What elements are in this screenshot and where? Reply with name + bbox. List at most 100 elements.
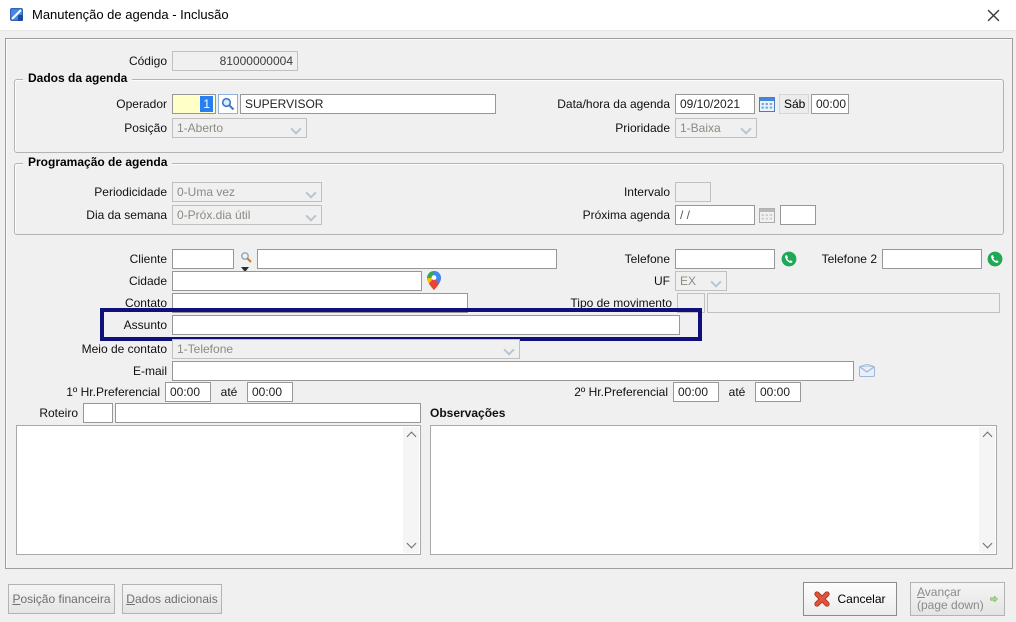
red-x-icon xyxy=(814,591,831,607)
tipo-movimento-field xyxy=(707,293,1000,313)
hr1-to-field[interactable]: 00:00 xyxy=(247,382,293,402)
dia-semana-label: Dia da semana xyxy=(86,208,167,222)
observacoes-textarea[interactable] xyxy=(430,425,997,555)
telefone2-label: Telefone 2 xyxy=(821,252,877,266)
window-titlebar: Manutenção de agenda - Inclusão xyxy=(0,0,1016,31)
cliente-code-field[interactable] xyxy=(172,249,234,269)
close-button[interactable] xyxy=(978,2,1008,28)
posicao-select: 1-Aberto xyxy=(172,118,307,138)
roteiro-label: Roteiro xyxy=(39,406,78,420)
operador-name-field[interactable]: SUPERVISOR xyxy=(240,94,496,114)
group-dados-da-agenda: Dados da agenda xyxy=(14,71,1004,153)
cancelar-button[interactable]: Cancelar xyxy=(803,582,897,616)
codigo-field: 81000000004 xyxy=(172,51,298,71)
email-field[interactable] xyxy=(172,361,854,381)
chevron-down-icon xyxy=(305,210,317,222)
magnifier-icon xyxy=(240,252,252,263)
email-button[interactable] xyxy=(858,362,875,378)
cliente-lookup-button[interactable] xyxy=(238,250,254,265)
prioridade-select: 1-Baixa xyxy=(675,118,757,138)
meio-contato-label: Meio de contato xyxy=(81,342,167,356)
cidade-map-button[interactable] xyxy=(426,270,442,290)
periodicidade-select: 0-Uma vez xyxy=(172,182,322,202)
cliente-label: Cliente xyxy=(129,252,167,266)
tipo-movimento-label: Tipo de movimento xyxy=(570,296,672,310)
calendar-icon-disabled xyxy=(758,207,775,223)
chevron-down-icon xyxy=(503,344,515,356)
group-programacao-legend: Programação de agenda xyxy=(23,155,173,169)
prioridade-label: Prioridade xyxy=(615,121,670,135)
dialog-window: Manutenção de agenda - Inclusão Código 8… xyxy=(0,0,1016,622)
proxima-extra-field xyxy=(780,205,816,225)
chevron-down-icon xyxy=(305,187,317,199)
observacoes-scrollbar[interactable] xyxy=(979,427,995,553)
observacoes-label: Observações xyxy=(430,406,506,420)
roteiro-textarea[interactable] xyxy=(16,425,421,555)
chevron-down-icon xyxy=(710,276,722,288)
roteiro-field[interactable] xyxy=(115,403,421,423)
hr1-from-field[interactable]: 00:00 xyxy=(165,382,211,402)
scroll-down-button[interactable] xyxy=(979,537,995,553)
app-icon xyxy=(9,7,25,23)
data-hora-label: Data/hora da agenda xyxy=(557,97,670,111)
operador-code-field[interactable]: 1 xyxy=(172,94,216,114)
hr1-ate-label: até xyxy=(220,385,238,399)
avancar-subtitle: (page down) xyxy=(917,598,984,612)
intervalo-label: Intervalo xyxy=(623,185,670,199)
chevron-down-icon xyxy=(290,123,302,135)
telefone-label: Telefone xyxy=(624,252,670,266)
proxima-agenda-field: / / xyxy=(675,205,755,225)
cidade-label: Cidade xyxy=(128,274,167,288)
chevron-up-icon xyxy=(982,431,992,442)
scroll-up-button[interactable] xyxy=(403,427,419,443)
close-icon xyxy=(987,9,999,21)
posicao-label: Posição xyxy=(124,121,167,135)
cidade-field[interactable] xyxy=(172,271,422,291)
roteiro-scrollbar[interactable] xyxy=(403,427,419,553)
dia-semana-select: 0-Próx.dia útil xyxy=(172,205,322,225)
dados-adicionais-button: Dados adicionais xyxy=(122,584,222,614)
uf-select: EX xyxy=(675,271,727,291)
calendar-icon xyxy=(758,96,775,112)
hr2-ate-label: até xyxy=(728,385,746,399)
data-field[interactable]: 09/10/2021 xyxy=(675,94,755,114)
cancelar-label: Cancelar xyxy=(837,592,886,606)
avancar-button: Avançar (page down) xyxy=(910,582,1005,616)
chevron-up-icon xyxy=(406,431,416,442)
roteiro-code-field[interactable] xyxy=(83,403,113,423)
scroll-down-button[interactable] xyxy=(403,537,419,553)
hr2-from-field[interactable]: 00:00 xyxy=(673,382,719,402)
chevron-down-icon xyxy=(982,538,992,549)
window-title: Manutenção de agenda - Inclusão xyxy=(32,7,229,22)
scroll-up-button[interactable] xyxy=(979,427,995,443)
tipo-movimento-code-field xyxy=(677,293,705,313)
date-picker-button[interactable] xyxy=(757,95,776,113)
contato-field[interactable] xyxy=(172,293,468,313)
codigo-label: Código xyxy=(128,54,167,68)
proxima-agenda-label: Próxima agenda xyxy=(582,208,670,222)
hr1-label: 1º Hr.Preferencial xyxy=(66,385,160,399)
google-maps-pin-icon xyxy=(427,270,441,290)
time-field[interactable]: 00:00 xyxy=(811,94,849,114)
telefone2-whatsapp-button[interactable] xyxy=(986,250,1003,267)
proxima-date-picker-button xyxy=(757,206,776,224)
assunto-field[interactable] xyxy=(172,315,680,335)
periodicidade-label: Periodicidade xyxy=(94,185,167,199)
whatsapp-icon xyxy=(987,251,1002,266)
green-arrow-icon xyxy=(989,595,998,603)
hr2-label: 2º Hr.Preferencial xyxy=(574,385,668,399)
magnifier-icon xyxy=(221,97,235,111)
chevron-down-icon xyxy=(740,123,752,135)
operador-lookup-button[interactable] xyxy=(218,94,238,114)
intervalo-field xyxy=(675,182,711,202)
meio-contato-select: 1-Telefone xyxy=(172,339,520,359)
operador-label: Operador xyxy=(116,97,167,111)
assunto-label: Assunto xyxy=(123,318,167,332)
hr2-to-field[interactable]: 00:00 xyxy=(755,382,801,402)
telefone2-field[interactable] xyxy=(882,249,982,269)
email-label: E-mail xyxy=(132,364,167,378)
uf-label: UF xyxy=(654,274,670,288)
posicao-financeira-button: Posição financeira xyxy=(8,584,115,614)
envelope-icon xyxy=(858,363,875,377)
operador-code-value: 1 xyxy=(200,96,213,112)
